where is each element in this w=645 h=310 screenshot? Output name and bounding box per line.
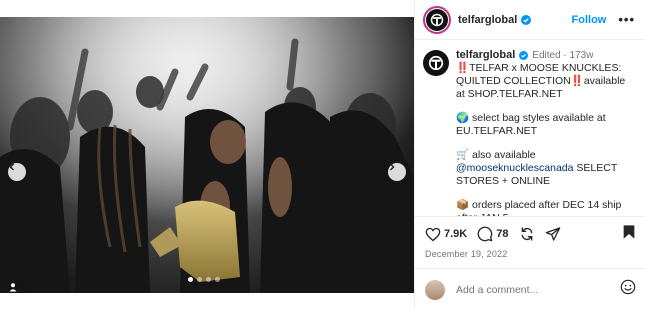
carousel-dot — [197, 277, 202, 282]
caption-para-2: 🌍 select bag styles available at EU.TELF… — [456, 112, 609, 137]
caption-para-4: 📦 orders placed after DEC 14 ship after … — [456, 199, 622, 216]
share-button[interactable] — [545, 226, 561, 242]
bookmark-icon — [623, 224, 635, 239]
caption-username[interactable]: telfarglobal — [456, 49, 515, 62]
caption-scroll-area[interactable]: telfarglobal Edited · 173w ‼️TELFAR x MO… — [415, 41, 645, 216]
carousel-indicator — [188, 277, 220, 282]
chevron-right-icon — [389, 163, 395, 171]
like-count[interactable]: 7.9K — [444, 228, 467, 240]
post-media-pane — [0, 0, 414, 310]
post-age[interactable]: 173w — [570, 50, 594, 61]
post-actions: 7.9K 78 December 19, 2022 — [415, 216, 645, 259]
repost-button[interactable] — [519, 226, 535, 242]
viewer-avatar — [425, 279, 445, 300]
comment-button[interactable]: 78 — [477, 226, 509, 242]
caption-line-1: ‼️TELFAR x MOOSE KNUCKLES: QUILTED COLLE… — [456, 62, 629, 100]
crowd-photo-illustration — [0, 17, 414, 293]
header-username[interactable]: telfarglobal — [458, 14, 517, 26]
caption-avatar[interactable] — [423, 50, 449, 76]
chevron-left-icon — [9, 163, 15, 171]
comment-icon — [477, 226, 493, 242]
mention-link[interactable]: @mooseknucklescanada — [456, 162, 573, 174]
post-side-panel: telfarglobal Follow ••• telfarglobal Edi… — [414, 0, 645, 310]
telfar-logo-icon — [428, 55, 444, 71]
carousel-dot — [188, 277, 193, 282]
edited-label: Edited · 173w — [532, 50, 594, 61]
like-button[interactable]: 7.9K — [425, 227, 467, 242]
more-options-button[interactable]: ••• — [618, 12, 635, 27]
carousel-prev-button[interactable] — [8, 163, 26, 181]
share-icon — [545, 227, 560, 241]
heart-icon — [425, 227, 441, 241]
post-date[interactable]: December 19, 2022 — [425, 249, 636, 259]
emoji-button[interactable] — [620, 279, 636, 300]
save-button[interactable] — [622, 224, 636, 245]
user-tag-icon — [9, 283, 17, 292]
post-header: telfarglobal Follow ••• — [415, 0, 645, 40]
comment-input[interactable] — [456, 283, 606, 296]
follow-button[interactable]: Follow — [572, 14, 607, 26]
verified-badge-icon — [521, 14, 532, 25]
emoji-icon — [620, 279, 636, 295]
carousel-dot — [206, 277, 211, 282]
comment-count[interactable]: 78 — [496, 228, 508, 240]
caption-para-3: 🛒 also available @mooseknucklescanada SE… — [456, 149, 620, 187]
repost-icon — [521, 227, 532, 241]
caption-comment: telfarglobal Edited · 173w ‼️TELFAR x MO… — [423, 49, 636, 216]
carousel-dot — [215, 277, 220, 282]
telfar-logo-icon — [430, 13, 444, 26]
verified-badge-icon — [519, 51, 529, 60]
post-photo[interactable] — [0, 17, 414, 293]
carousel-next-button[interactable] — [388, 163, 406, 181]
comment-composer — [415, 268, 645, 310]
profile-avatar[interactable] — [423, 5, 451, 34]
